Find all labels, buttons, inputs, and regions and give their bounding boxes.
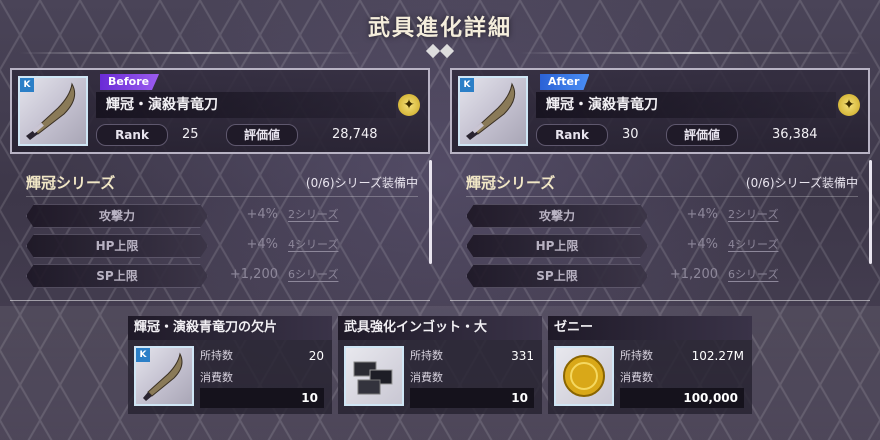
bonus-value: +4% — [686, 207, 718, 222]
title-divider-right — [520, 52, 860, 54]
bonus-label: HP上限 — [466, 234, 648, 258]
panel-divider — [450, 300, 870, 301]
series-count: (0/6)シリーズ装備中 — [305, 176, 418, 190]
owned-value: 102.27M — [691, 349, 744, 363]
series-bonus-row: 攻撃力 +4% 2シリーズ — [26, 204, 366, 228]
bonus-value: +4% — [686, 237, 718, 252]
after-tag: After — [540, 74, 590, 90]
material-card-fragment[interactable]: 輝冠・演殺青竜刀の欠片 K 所持数 20 消費数 10 — [128, 316, 332, 414]
rarity-icon: K — [460, 78, 474, 92]
weapon-thumbnail: K — [458, 76, 528, 146]
weapon-card-before[interactable]: K Before 輝冠・演殺青竜刀 ✦ Rank 25 評価値 28,748 — [10, 68, 430, 154]
rank-label: Rank — [96, 124, 168, 146]
rarity-icon: K — [136, 348, 150, 362]
bonus-requirement: 4シリーズ — [288, 238, 339, 251]
weapon-name: 輝冠・演殺青竜刀 — [96, 92, 396, 118]
weapon-name: 輝冠・演殺青竜刀 — [536, 92, 836, 118]
series-count: (0/6)シリーズ装備中 — [745, 176, 858, 190]
owned-value: 20 — [308, 349, 324, 363]
before-panel: K Before 輝冠・演殺青竜刀 ✦ Rank 25 評価値 28,748 輝… — [10, 68, 432, 304]
material-thumbnail — [554, 346, 614, 406]
score-value: 36,384 — [772, 127, 818, 142]
owned-label: 所持数 — [410, 349, 443, 362]
title-divider-left — [20, 52, 360, 54]
before-tag: Before — [100, 74, 160, 90]
page-title: 武具進化詳細 — [367, 16, 512, 41]
owned-label: 所持数 — [620, 349, 653, 362]
panel-divider — [10, 300, 430, 301]
material-card-ingot[interactable]: 武具強化インゴット・大 所持数 331 消費数 10 — [338, 316, 542, 414]
bonus-value: +4% — [246, 207, 278, 222]
use-label: 消費数 — [200, 371, 233, 384]
after-panel: K After 輝冠・演殺青竜刀 ✦ Rank 30 評価値 36,384 輝冠… — [450, 68, 872, 304]
scrollbar[interactable] — [429, 160, 432, 264]
stats-row: Rank 25 評価値 28,748 — [96, 124, 416, 146]
bonus-value: +4% — [246, 237, 278, 252]
bonus-label: 攻撃力 — [466, 204, 648, 228]
bonus-label: SP上限 — [26, 264, 208, 288]
material-name: 輝冠・演殺青竜刀の欠片 — [128, 316, 332, 340]
weapon-card-after[interactable]: K After 輝冠・演殺青竜刀 ✦ Rank 30 評価値 36,384 — [450, 68, 870, 154]
bonus-requirement: 2シリーズ — [728, 208, 779, 221]
owned-value: 331 — [511, 349, 534, 363]
bonus-label: HP上限 — [26, 234, 208, 258]
series-name: 輝冠シリーズ — [466, 174, 556, 192]
score-label: 評価値 — [666, 124, 738, 146]
material-card-zeny[interactable]: ゼニー 所持数 102.27M 消費数 100,000 — [548, 316, 752, 414]
series-bonus-row: HP上限 +4% 4シリーズ — [26, 234, 366, 258]
bonus-value: +1,200 — [669, 267, 718, 282]
material-name: 武具強化インゴット・大 — [338, 316, 542, 340]
rarity-icon: K — [20, 78, 34, 92]
star-icon: ✦ — [838, 94, 860, 116]
series-bonus-row: SP上限 +1,200 6シリーズ — [466, 264, 806, 288]
bonus-label: SP上限 — [466, 264, 648, 288]
series-bonus-row: HP上限 +4% 4シリーズ — [466, 234, 806, 258]
coin-icon — [563, 355, 605, 397]
use-value: 10 — [410, 388, 534, 408]
series-header: 輝冠シリーズ (0/6)シリーズ装備中 — [466, 172, 858, 197]
series-bonus-row: SP上限 +1,200 6シリーズ — [26, 264, 366, 288]
material-thumbnail: K — [134, 346, 194, 406]
bonus-label: 攻撃力 — [26, 204, 208, 228]
scrollbar[interactable] — [869, 160, 872, 264]
use-label: 消費数 — [620, 371, 653, 384]
material-thumbnail — [344, 346, 404, 406]
rank-value: 25 — [182, 127, 199, 142]
weapon-thumbnail: K — [18, 76, 88, 146]
series-header: 輝冠シリーズ (0/6)シリーズ装備中 — [26, 172, 418, 197]
bonus-value: +1,200 — [229, 267, 278, 282]
rank-label: Rank — [536, 124, 608, 146]
series-name: 輝冠シリーズ — [26, 174, 116, 192]
bonus-requirement: 4シリーズ — [728, 238, 779, 251]
series-bonus-row: 攻撃力 +4% 2シリーズ — [466, 204, 806, 228]
bonus-requirement: 6シリーズ — [288, 268, 339, 281]
bonus-requirement: 6シリーズ — [728, 268, 779, 281]
rank-value: 30 — [622, 127, 639, 142]
use-value: 100,000 — [620, 388, 744, 408]
ingot-icon — [353, 361, 393, 395]
material-name: ゼニー — [548, 316, 752, 340]
owned-label: 所持数 — [200, 349, 233, 362]
bonus-requirement: 2シリーズ — [288, 208, 339, 221]
use-label: 消費数 — [410, 371, 443, 384]
use-value: 10 — [200, 388, 324, 408]
score-label: 評価値 — [226, 124, 298, 146]
star-icon: ✦ — [398, 94, 420, 116]
stats-row: Rank 30 評価値 36,384 — [536, 124, 856, 146]
score-value: 28,748 — [332, 127, 378, 142]
